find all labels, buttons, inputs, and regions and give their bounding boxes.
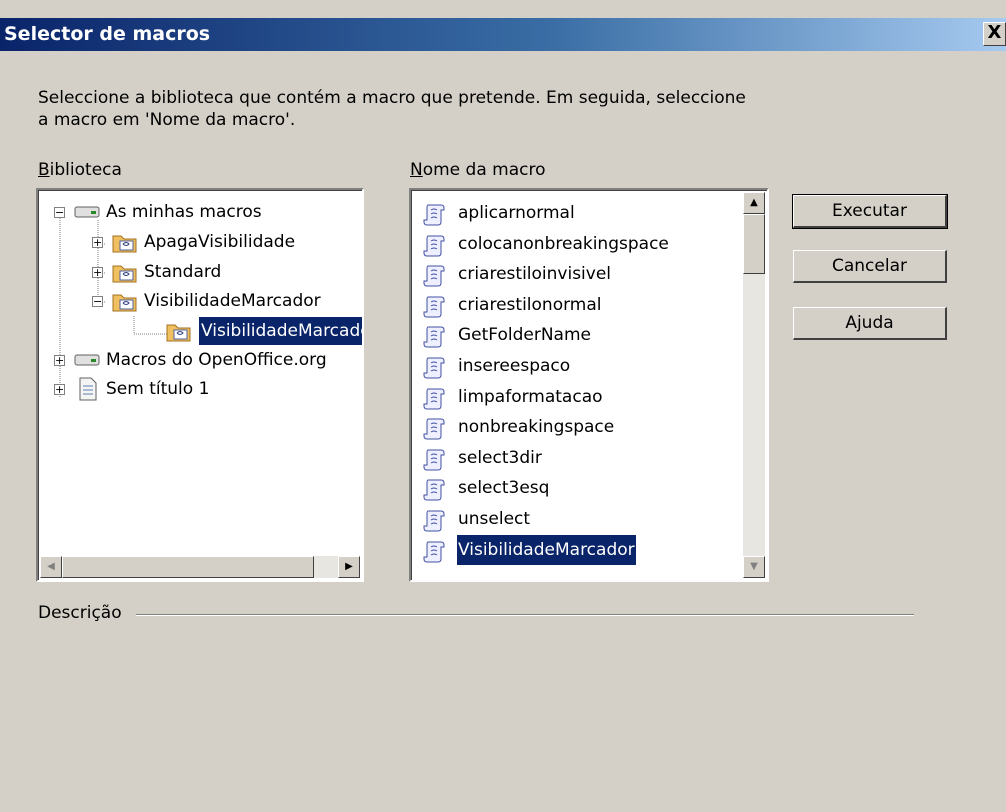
help-button[interactable]: Ajuda bbox=[793, 307, 947, 340]
drive-icon bbox=[74, 354, 100, 366]
expand-icon[interactable]: + bbox=[92, 267, 103, 278]
macro-item-label: VisibilidadeMarcador bbox=[457, 534, 636, 565]
scroll-left-button[interactable]: ◀ bbox=[40, 556, 62, 578]
instructions-text: Seleccione a biblioteca que contém a mac… bbox=[38, 88, 746, 130]
vertical-scroll-thumb[interactable] bbox=[743, 214, 765, 274]
macro-item-label: select3dir bbox=[458, 447, 542, 468]
run-button[interactable]: Executar bbox=[792, 194, 948, 229]
expand-icon[interactable]: + bbox=[54, 355, 65, 366]
cancel-button[interactable]: Cancelar bbox=[793, 250, 947, 283]
collapse-icon[interactable]: − bbox=[92, 296, 103, 307]
title-bar: Selector de macros X bbox=[0, 18, 1006, 51]
macro-script-icon bbox=[423, 202, 447, 236]
macro-item-label: criarestilonormal bbox=[458, 294, 602, 315]
arrow-right-icon: ▶ bbox=[345, 561, 353, 572]
close-button[interactable]: X bbox=[983, 22, 1006, 46]
macro-item-label: colocanonbreakingspace bbox=[458, 233, 669, 254]
document-icon bbox=[79, 377, 97, 401]
macro-script-icon bbox=[423, 477, 447, 511]
macro-item-label: limpaformatacao bbox=[458, 386, 603, 407]
macro-item-label: select3esq bbox=[458, 478, 550, 499]
macro-script-icon bbox=[423, 416, 447, 450]
scroll-down-button[interactable]: ▼ bbox=[743, 556, 765, 578]
macro-vertical-scrollbar[interactable]: ▲ ▼ bbox=[743, 192, 765, 578]
macro-script-icon bbox=[423, 233, 447, 267]
macro-item-label: unselect bbox=[458, 509, 531, 529]
macro-script-icon bbox=[423, 386, 447, 420]
folder-icon bbox=[166, 324, 191, 342]
macro-script-icon bbox=[423, 508, 447, 542]
macro-item-label: GetFolderName bbox=[458, 325, 591, 346]
macro-script-icon bbox=[423, 447, 447, 481]
library-tree[interactable]: − As minhas macros + ApagaVisibilidade +… bbox=[36, 188, 364, 582]
drive-icon bbox=[74, 206, 100, 218]
macro-script-icon bbox=[423, 324, 447, 358]
macro-name-label: Nome da macro bbox=[410, 160, 546, 180]
arrow-left-icon: ◀ bbox=[47, 561, 55, 572]
scroll-up-button[interactable]: ▲ bbox=[743, 192, 765, 214]
close-icon: X bbox=[987, 22, 1002, 43]
macro-item-label: aplicarnormal bbox=[458, 203, 575, 223]
description-label: Descrição bbox=[38, 603, 122, 623]
expand-icon[interactable]: + bbox=[92, 237, 103, 248]
folder-icon bbox=[112, 235, 137, 253]
macro-item-label: insereespaco bbox=[458, 356, 571, 376]
arrow-down-icon: ▼ bbox=[750, 561, 758, 572]
folder-icon bbox=[112, 294, 137, 312]
library-label: Biblioteca bbox=[38, 160, 122, 180]
description-divider bbox=[136, 614, 914, 616]
scroll-right-button[interactable]: ▶ bbox=[338, 556, 360, 578]
arrow-up-icon: ▲ bbox=[750, 197, 758, 208]
macro-script-icon bbox=[423, 355, 447, 389]
macro-item-label: nonbreakingspace bbox=[458, 417, 615, 438]
library-horizontal-scrollbar[interactable]: ◀ ▶ bbox=[40, 556, 360, 578]
macro-list[interactable]: aplicarnormal colocanonbreakingspace criar… bbox=[409, 188, 769, 582]
expand-icon[interactable]: + bbox=[54, 384, 65, 395]
macro-script-icon bbox=[423, 294, 447, 328]
folder-icon bbox=[112, 265, 137, 283]
collapse-icon[interactable]: − bbox=[54, 207, 65, 218]
macro-item-label: criarestiloinvisivel bbox=[458, 264, 612, 285]
window-title: Selector de macros bbox=[4, 23, 211, 45]
macro-script-icon bbox=[423, 263, 447, 297]
horizontal-scroll-thumb[interactable] bbox=[62, 556, 314, 578]
macro-script-icon bbox=[423, 539, 447, 573]
